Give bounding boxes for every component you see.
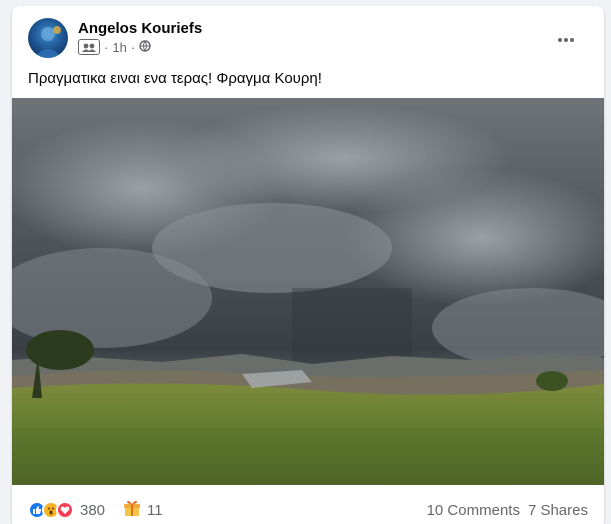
shares-count[interactable]: 7 Shares <box>528 502 588 519</box>
group-icon[interactable] <box>78 39 100 55</box>
reaction-count: 380 <box>80 501 106 519</box>
post-time[interactable]: 1h <box>112 40 126 55</box>
comments-count[interactable]: 10 Comments <box>427 502 520 519</box>
post-card: Angelos Kouriefs · 1h · Πραγματικα ειναι… <box>12 6 604 524</box>
gift-summary[interactable]: 11 <box>123 499 163 521</box>
post-meta: · 1h · <box>78 39 151 55</box>
globe-icon[interactable] <box>139 39 151 55</box>
avatar[interactable] <box>28 18 68 58</box>
post-caption: Πραγματικα ειναι ενα τερας! Φραγμα Κουρη… <box>28 70 322 87</box>
gift-icon <box>123 499 141 521</box>
love-icon <box>56 501 74 519</box>
meta-separator: · <box>130 39 136 55</box>
more-options-button[interactable] <box>548 22 584 58</box>
author-name[interactable]: Angelos Kouriefs <box>78 20 202 37</box>
reactions-summary[interactable]: 380 <box>28 501 105 519</box>
gift-count: 11 <box>147 501 163 519</box>
post-footer: 380 11 10 Comments 7 Shares <box>28 500 588 520</box>
meta-separator: · <box>104 39 109 55</box>
more-options-icon <box>558 38 574 42</box>
post-photo[interactable] <box>12 98 604 485</box>
